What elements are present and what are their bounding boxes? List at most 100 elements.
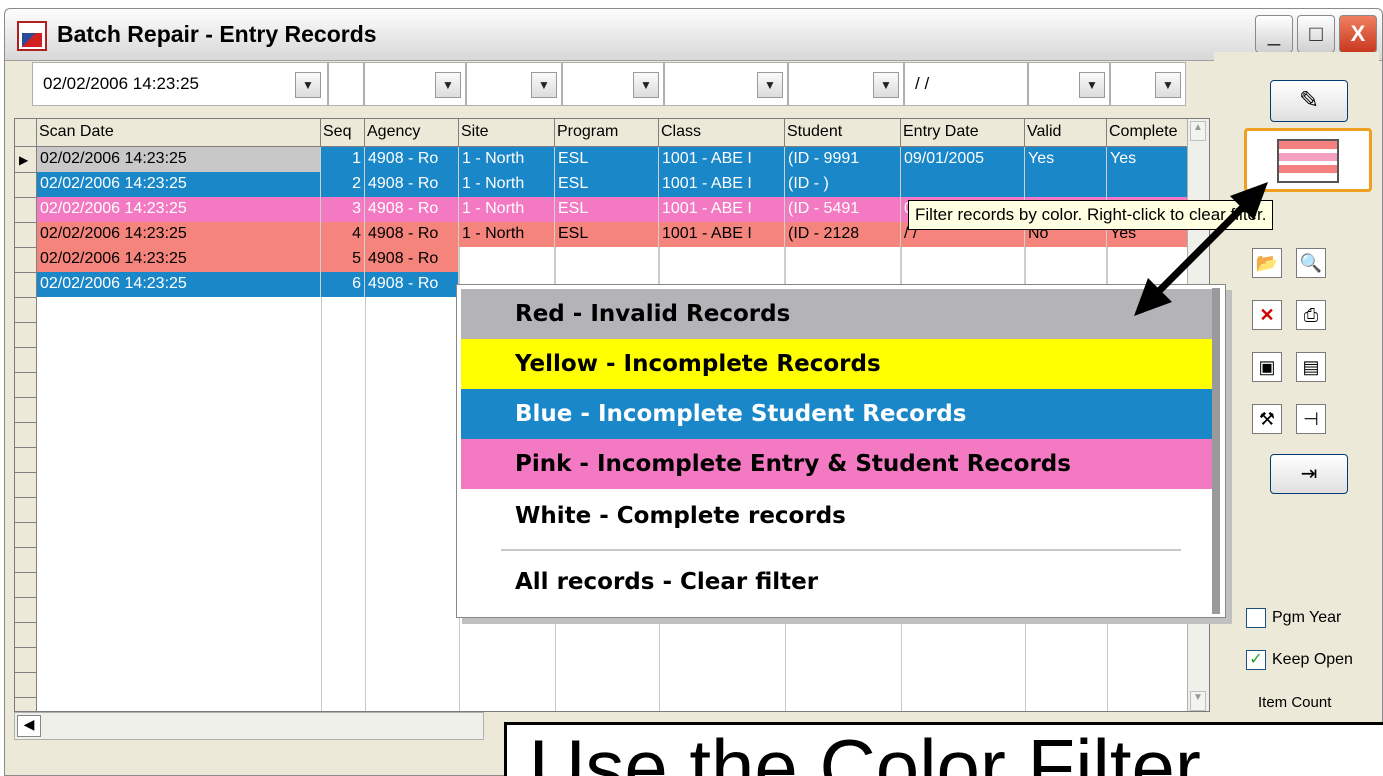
keep-open-checkbox[interactable]: ✓ (1246, 650, 1266, 670)
cell-entry[interactable] (901, 247, 1025, 272)
complete-filter[interactable]: ▼ (1110, 62, 1186, 106)
cell-agency[interactable]: 4908 - Ro (365, 272, 459, 297)
col-header-agency[interactable]: Agency (365, 119, 459, 147)
color-filter-button[interactable] (1244, 128, 1372, 192)
cell-scan[interactable]: 02/02/2006 14:23:25 (37, 272, 321, 297)
edit-records-button[interactable]: ✎ (1270, 80, 1348, 122)
menu-item-pink[interactable]: Pink - Incomplete Entry & Student Record… (461, 439, 1215, 489)
save-icon[interactable]: ▣ (1252, 352, 1282, 382)
scan-date-filter[interactable]: 02/02/2006 14:23:25 ▼ (32, 62, 328, 106)
student-filter[interactable]: ▼ (788, 62, 904, 106)
maximize-button[interactable]: □ (1297, 15, 1335, 53)
cell-program[interactable]: ESL (555, 147, 659, 172)
cell-program[interactable]: ESL (555, 172, 659, 197)
cell-class[interactable]: 1001 - ABE I (659, 222, 785, 247)
chevron-down-icon[interactable]: ▼ (1079, 72, 1105, 98)
program-filter[interactable]: ▼ (562, 62, 664, 106)
open-folder-icon[interactable]: 📂 (1252, 248, 1282, 278)
cell-scan[interactable]: 02/02/2006 14:23:25 (37, 147, 321, 172)
entry-date-filter[interactable]: / / (904, 62, 1028, 106)
table-row[interactable]: 02/02/2006 14:23:25 1 4908 - Ro 1 - North ES… (37, 147, 1189, 172)
print-icon[interactable]: ⎙ (1296, 300, 1326, 330)
col-header-seq[interactable]: Seq (321, 119, 365, 147)
preview-icon[interactable]: 🔍 (1296, 248, 1326, 278)
cell-valid[interactable] (1025, 172, 1107, 197)
col-header-entry-date[interactable]: Entry Date (901, 119, 1025, 147)
cell-program[interactable]: ESL (555, 222, 659, 247)
chevron-down-icon[interactable]: ▼ (435, 72, 461, 98)
cell-complete[interactable] (1107, 247, 1189, 272)
scroll-down-icon[interactable]: ▼ (1190, 691, 1206, 711)
seq-filter[interactable] (328, 62, 364, 106)
col-header-site[interactable]: Site (459, 119, 555, 147)
class-filter[interactable]: ▼ (664, 62, 788, 106)
cell-seq[interactable]: 1 (321, 147, 365, 172)
cell-seq[interactable]: 5 (321, 247, 365, 272)
menu-item-red[interactable]: Red - Invalid Records (461, 289, 1215, 339)
cell-agency[interactable]: 4908 - Ro (365, 222, 459, 247)
table-row[interactable]: 02/02/2006 14:23:25 5 4908 - Ro (37, 247, 1189, 272)
cell-agency[interactable]: 4908 - Ro (365, 147, 459, 172)
cell-seq[interactable]: 6 (321, 272, 365, 297)
agency-filter[interactable]: ▼ (364, 62, 466, 106)
menu-item-white[interactable]: White - Complete records (461, 491, 1215, 541)
menu-item-blue[interactable]: Blue - Incomplete Student Records (461, 389, 1215, 439)
table-row[interactable]: 02/02/2006 14:23:25 2 4908 - Ro 1 - North ES… (37, 172, 1189, 197)
cell-seq[interactable]: 3 (321, 197, 365, 222)
cell-agency[interactable]: 4908 - Ro (365, 172, 459, 197)
chevron-down-icon[interactable]: ▼ (531, 72, 557, 98)
repair-icon[interactable]: ⚒ (1252, 404, 1282, 434)
chevron-down-icon[interactable]: ▼ (757, 72, 783, 98)
cell-valid[interactable] (1025, 247, 1107, 272)
cell-site[interactable]: 1 - North (459, 147, 555, 172)
pgm-year-checkbox[interactable] (1246, 608, 1266, 628)
chevron-down-icon[interactable]: ▼ (873, 72, 899, 98)
cell-valid[interactable]: Yes (1025, 147, 1107, 172)
cell-site[interactable]: 1 - North (459, 197, 555, 222)
cell-class[interactable]: 1001 - ABE I (659, 172, 785, 197)
col-header-student[interactable]: Student (785, 119, 901, 147)
cell-scan[interactable]: 02/02/2006 14:23:25 (37, 247, 321, 272)
cell-complete[interactable]: Yes (1107, 147, 1189, 172)
menu-item-yellow[interactable]: Yellow - Incomplete Records (461, 339, 1215, 389)
exit-button[interactable]: ⇥ (1270, 454, 1348, 494)
col-header-scan-date[interactable]: Scan Date (37, 119, 321, 147)
site-filter[interactable]: ▼ (466, 62, 562, 106)
close-button[interactable]: X (1339, 15, 1377, 53)
cell-scan[interactable]: 02/02/2006 14:23:25 (37, 197, 321, 222)
cell-class[interactable]: 1001 - ABE I (659, 147, 785, 172)
cell-site[interactable]: 1 - North (459, 222, 555, 247)
cell-program[interactable]: ESL (555, 197, 659, 222)
cell-site[interactable]: 1 - North (459, 172, 555, 197)
chevron-down-icon[interactable]: ▼ (295, 72, 321, 98)
report-icon[interactable]: ▤ (1296, 352, 1326, 382)
horizontal-scrollbar[interactable]: ◀ (14, 712, 484, 740)
cell-complete[interactable] (1107, 172, 1189, 197)
col-header-valid[interactable]: Valid (1025, 119, 1107, 147)
menu-item-clear-filter[interactable]: All records - Clear filter (461, 557, 1215, 607)
chevron-down-icon[interactable]: ▼ (633, 72, 659, 98)
cell-program[interactable] (555, 247, 659, 272)
cell-site[interactable] (459, 247, 555, 272)
delete-icon[interactable]: ✕ (1252, 300, 1282, 330)
col-header-class[interactable]: Class (659, 119, 785, 147)
cell-class[interactable]: 1001 - ABE I (659, 197, 785, 222)
cell-agency[interactable]: 4908 - Ro (365, 197, 459, 222)
cell-student[interactable]: (ID - 9991 (785, 147, 901, 172)
cell-scan[interactable]: 02/02/2006 14:23:25 (37, 222, 321, 247)
cell-class[interactable] (659, 247, 785, 272)
cell-agency[interactable]: 4908 - Ro (365, 247, 459, 272)
cell-seq[interactable]: 2 (321, 172, 365, 197)
cell-entry[interactable]: 09/01/2005 (901, 147, 1025, 172)
col-header-complete[interactable]: Complete (1107, 119, 1189, 147)
cell-student[interactable]: (ID - 2128 (785, 222, 901, 247)
cell-seq[interactable]: 4 (321, 222, 365, 247)
cell-student[interactable]: (ID - 5491 (785, 197, 901, 222)
cell-student[interactable]: (ID - ) (785, 172, 901, 197)
col-header-program[interactable]: Program (555, 119, 659, 147)
scroll-up-icon[interactable]: ▲ (1190, 121, 1206, 141)
cell-scan[interactable]: 02/02/2006 14:23:25 (37, 172, 321, 197)
cell-student[interactable] (785, 247, 901, 272)
scroll-left-icon[interactable]: ◀ (17, 715, 41, 737)
minimize-button[interactable]: _ (1255, 15, 1293, 53)
